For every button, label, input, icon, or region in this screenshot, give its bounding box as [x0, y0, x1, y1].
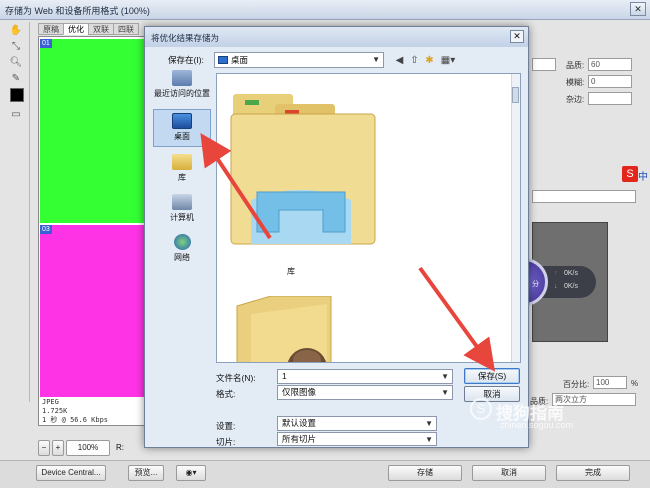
watermark-url: zhinan.sogou.com	[500, 420, 574, 430]
arrow-to-save-button	[418, 266, 496, 372]
watermark-logo-icon: S	[470, 398, 492, 420]
arrow-to-desktop	[200, 132, 272, 240]
